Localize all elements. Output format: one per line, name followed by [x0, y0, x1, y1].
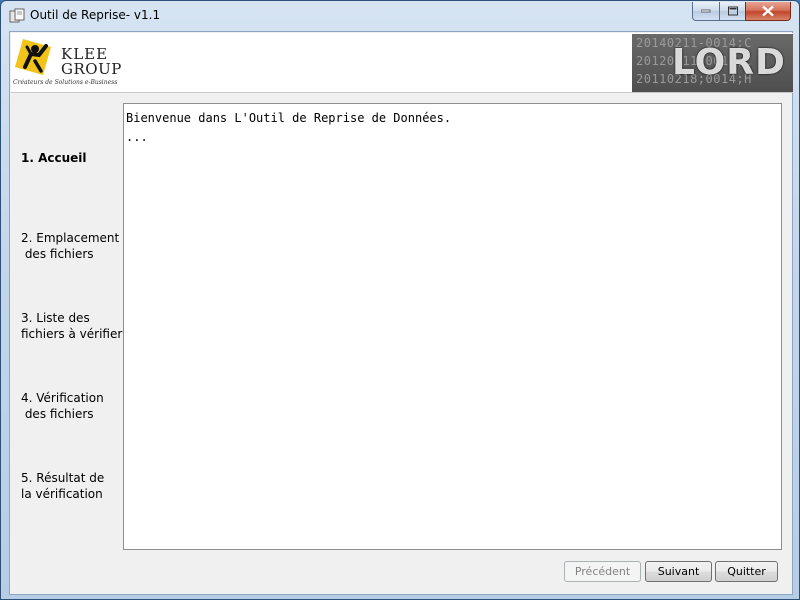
lord-banner: 20140211-0014;C 20120211-0014;C 20110218… — [632, 34, 793, 92]
window-title: Outil de Reprise- v1.1 — [30, 8, 161, 22]
title-bar[interactable]: Outil de Reprise- v1.1 — [1, 1, 799, 31]
welcome-line: Bienvenue dans L'Outil de Reprise de Don… — [126, 111, 452, 125]
app-window: Outil de Reprise- v1.1 KLEE GROUP Créate… — [0, 0, 800, 600]
previous-button[interactable]: Précédent — [564, 561, 641, 582]
step-emplacement: 2. Emplacement des fichiers — [21, 231, 120, 261]
header: KLEE GROUP Créateurs de Solutions e-Busi… — [11, 33, 793, 93]
logo-tagline: Créateurs de Solutions e-Business — [13, 79, 118, 86]
klee-group-logo: KLEE GROUP Créateurs de Solutions e-Busi… — [13, 37, 121, 89]
next-button-label: Suivant — [657, 565, 700, 578]
minimize-button[interactable] — [692, 2, 720, 21]
minimize-icon — [701, 9, 711, 13]
step-verification: 4. Vérification des fichiers — [21, 391, 104, 421]
client-area: KLEE GROUP Créateurs de Solutions e-Busi… — [9, 31, 793, 595]
close-button[interactable] — [745, 2, 791, 21]
maximize-button[interactable] — [719, 2, 746, 21]
step-resultat: 5. Résultat de la vérification — [21, 471, 105, 501]
quit-button-label: Quitter — [727, 565, 766, 578]
step-accueil: 1. Accueil — [21, 151, 87, 165]
step-liste: 3. Liste des fichiers à vérifier — [21, 311, 123, 341]
lord-logo-text: LORD — [672, 42, 786, 83]
ellipsis-line: ... — [126, 130, 148, 144]
previous-button-label: Précédent — [574, 565, 631, 578]
klee-figure-icon — [15, 39, 51, 75]
logo-line-2: GROUP — [61, 60, 122, 78]
next-button[interactable]: Suivant — [645, 561, 712, 582]
app-icon — [9, 8, 25, 23]
welcome-text-area[interactable]: Bienvenue dans L'Outil de Reprise de Don… — [123, 103, 782, 550]
close-icon — [762, 5, 774, 17]
maximize-icon — [727, 6, 738, 16]
quit-button[interactable]: Quitter — [715, 561, 778, 582]
